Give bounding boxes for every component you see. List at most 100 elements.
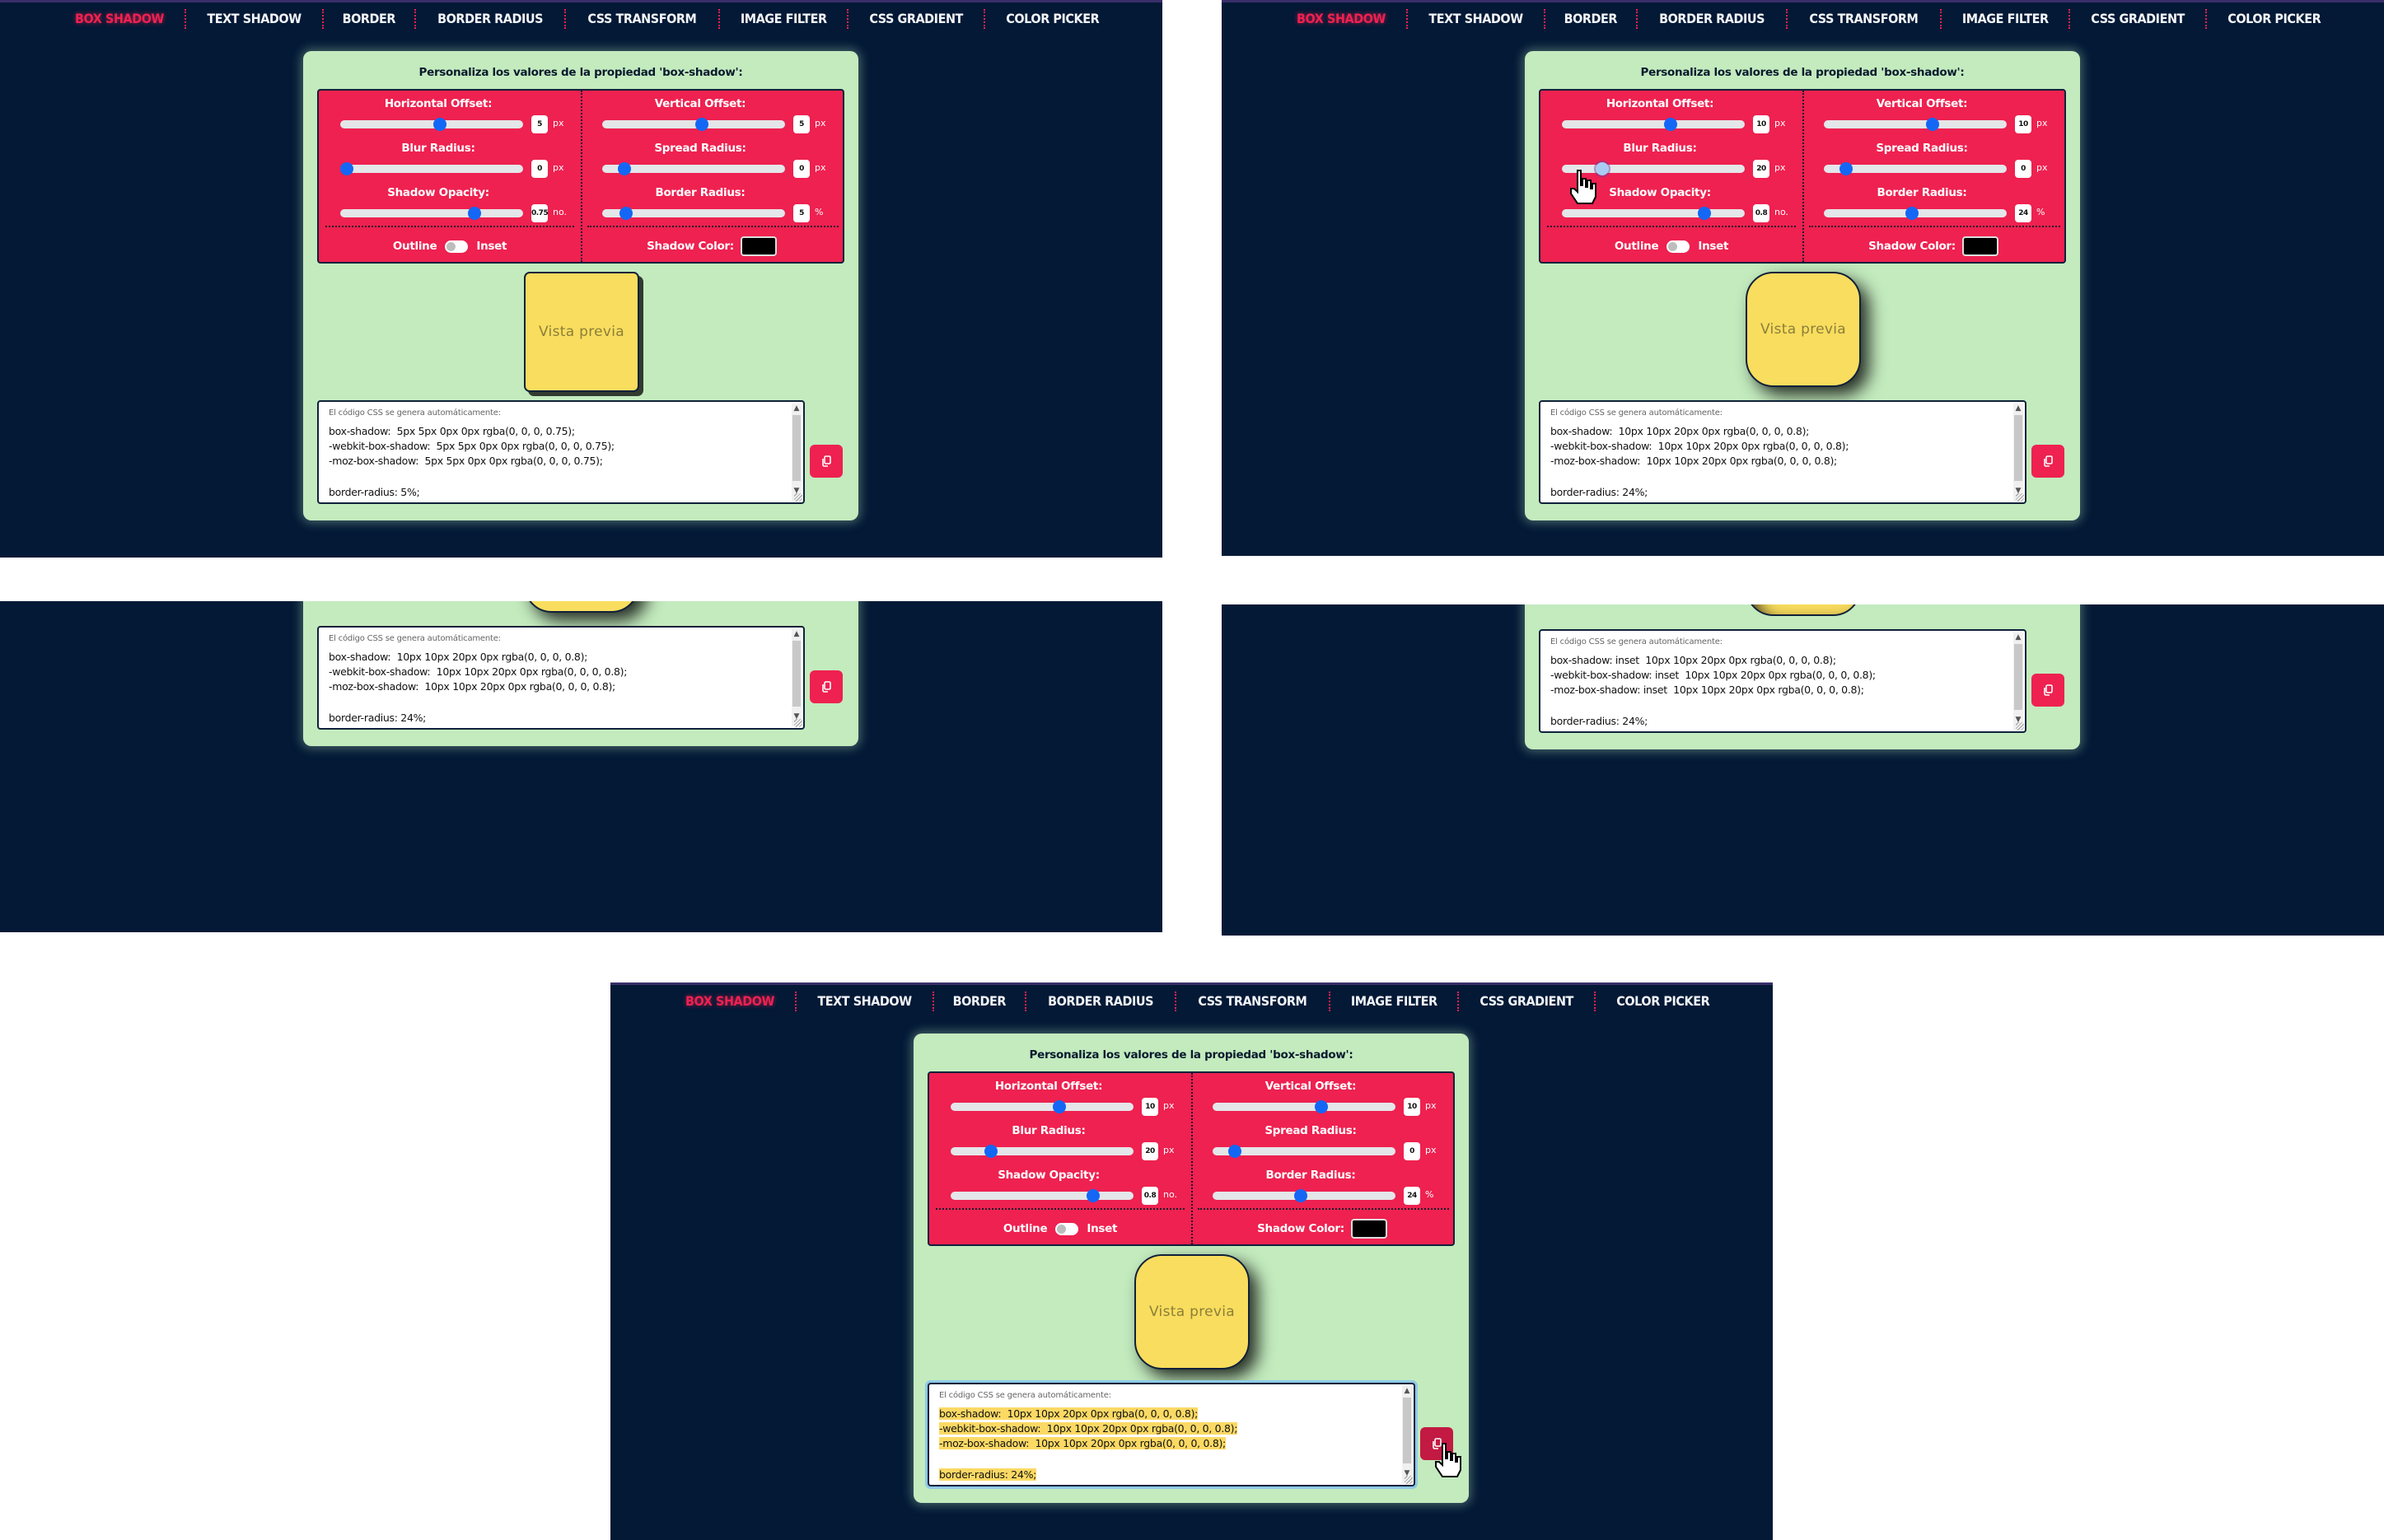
spread-radius-slider[interactable] <box>1213 1145 1395 1158</box>
css-output-textarea[interactable]: El código CSS se genera automáticamente:… <box>317 400 805 504</box>
horizontal-offset-value[interactable]: 10 <box>1753 115 1769 133</box>
nav-item-css-gradient[interactable]: CSS GRADIENT <box>1465 991 1587 1012</box>
copy-css-button[interactable] <box>2031 674 2064 707</box>
nav-item-color-picker[interactable]: COLOR PICKER <box>2214 8 2335 30</box>
slider-thumb[interactable] <box>433 118 447 131</box>
textarea-scrollbar[interactable]: ▲ ▼ <box>2013 632 2023 730</box>
vertical-offset-value[interactable]: 5 <box>793 115 810 133</box>
scrollbar-thumb[interactable] <box>1403 1398 1411 1463</box>
blur-radius-value[interactable]: 0 <box>531 160 548 178</box>
textarea-scrollbar[interactable]: ▲ ▼ <box>792 404 802 501</box>
blur-radius-slider[interactable] <box>951 1145 1134 1158</box>
nav-item-box-shadow[interactable]: BOX SHADOW <box>1283 8 1400 30</box>
slider-thumb[interactable] <box>1227 1145 1241 1158</box>
nav-item-image-filter[interactable]: IMAGE FILTER <box>1336 991 1451 1012</box>
css-output-textarea[interactable]: El código CSS se genera automáticamente:… <box>317 626 805 730</box>
shadow-color-picker[interactable] <box>1350 1219 1387 1239</box>
nav-item-color-picker[interactable]: COLOR PICKER <box>1603 991 1724 1012</box>
nav-item-border[interactable]: BORDER <box>329 8 410 30</box>
horizontal-offset-value[interactable]: 10 <box>1142 1098 1158 1116</box>
border-radius-value[interactable]: 5 <box>793 204 810 222</box>
slider-thumb[interactable] <box>619 207 633 220</box>
slider-thumb[interactable] <box>617 162 631 175</box>
nav-item-border[interactable]: BORDER <box>939 991 1021 1012</box>
textarea-scrollbar[interactable]: ▲ ▼ <box>792 629 802 726</box>
slider-thumb[interactable] <box>1596 162 1610 175</box>
nav-item-border-radius[interactable]: BORDER RADIUS <box>1645 8 1779 30</box>
shadow-opacity-slider[interactable] <box>951 1189 1134 1202</box>
blur-radius-value[interactable]: 20 <box>1142 1142 1158 1160</box>
spread-radius-value[interactable]: 0 <box>793 160 810 178</box>
slider-thumb[interactable] <box>1086 1189 1100 1202</box>
inset-toggle[interactable] <box>1055 1222 1079 1235</box>
nav-item-image-filter[interactable]: IMAGE FILTER <box>1947 8 2062 30</box>
slider-thumb[interactable] <box>1314 1100 1328 1113</box>
slider-thumb[interactable] <box>1925 118 1939 131</box>
resize-handle-icon[interactable] <box>2016 493 2024 502</box>
border-radius-value[interactable]: 24 <box>1404 1187 1420 1205</box>
scrollbar-thumb[interactable] <box>792 641 801 707</box>
nav-item-text-shadow[interactable]: TEXT SHADOW <box>193 8 316 30</box>
shadow-color-picker[interactable] <box>1961 236 1998 256</box>
nav-item-css-transform[interactable]: CSS TRANSFORM <box>1795 8 1932 30</box>
slider-thumb[interactable] <box>1052 1100 1066 1113</box>
nav-item-css-gradient[interactable]: CSS GRADIENT <box>2077 8 2199 30</box>
copy-css-button[interactable] <box>810 445 843 478</box>
nav-item-box-shadow[interactable]: BOX SHADOW <box>671 991 788 1012</box>
vertical-offset-value[interactable]: 10 <box>1404 1098 1420 1116</box>
slider-thumb[interactable] <box>695 118 709 131</box>
nav-item-css-gradient[interactable]: CSS GRADIENT <box>855 8 977 30</box>
slider-thumb[interactable] <box>340 162 353 175</box>
vertical-offset-value[interactable]: 10 <box>2015 115 2031 133</box>
shadow-color-picker[interactable] <box>740 236 777 256</box>
nav-item-text-shadow[interactable]: TEXT SHADOW <box>803 991 926 1012</box>
inset-toggle[interactable] <box>445 240 469 253</box>
blur-radius-value[interactable]: 20 <box>1753 160 1769 178</box>
border-radius-slider[interactable] <box>1213 1189 1395 1202</box>
nav-item-css-transform[interactable]: CSS TRANSFORM <box>573 8 710 30</box>
nav-item-text-shadow[interactable]: TEXT SHADOW <box>1414 8 1537 30</box>
copy-css-button[interactable] <box>1420 1427 1453 1460</box>
scrollbar-thumb[interactable] <box>792 415 801 481</box>
scroll-up-icon[interactable]: ▲ <box>2013 632 2023 642</box>
border-radius-slider[interactable] <box>1824 207 2007 220</box>
resize-handle-icon[interactable] <box>794 493 802 502</box>
scrollbar-thumb[interactable] <box>2014 415 2022 481</box>
shadow-opacity-value[interactable]: 0.8 <box>1753 204 1769 222</box>
blur-radius-slider[interactable] <box>340 162 523 175</box>
nav-item-image-filter[interactable]: IMAGE FILTER <box>726 8 840 30</box>
copy-css-button[interactable] <box>2031 445 2064 478</box>
resize-handle-icon[interactable] <box>794 719 802 727</box>
horizontal-offset-slider[interactable] <box>1562 118 1745 131</box>
resize-handle-icon[interactable] <box>2016 722 2024 730</box>
nav-item-box-shadow[interactable]: BOX SHADOW <box>61 8 178 30</box>
nav-item-css-transform[interactable]: CSS TRANSFORM <box>1184 991 1321 1012</box>
nav-item-border-radius[interactable]: BORDER RADIUS <box>423 8 557 30</box>
shadow-opacity-value[interactable]: 0.8 <box>1142 1187 1158 1205</box>
shadow-opacity-slider[interactable] <box>1562 207 1745 220</box>
slider-thumb[interactable] <box>1293 1189 1307 1202</box>
nav-item-color-picker[interactable]: COLOR PICKER <box>993 8 1114 30</box>
textarea-scrollbar[interactable]: ▲ ▼ <box>2013 404 2023 501</box>
scroll-up-icon[interactable]: ▲ <box>2013 404 2023 413</box>
horizontal-offset-value[interactable]: 5 <box>531 115 548 133</box>
border-radius-value[interactable]: 24 <box>2015 204 2031 222</box>
vertical-offset-slider[interactable] <box>1213 1100 1395 1113</box>
horizontal-offset-slider[interactable] <box>340 118 523 131</box>
blur-radius-slider[interactable] <box>1562 162 1745 175</box>
spread-radius-slider[interactable] <box>1824 162 2007 175</box>
css-output-textarea[interactable]: El código CSS se genera automáticamente:… <box>1539 629 2026 733</box>
slider-thumb[interactable] <box>1663 118 1677 131</box>
copy-css-button[interactable] <box>810 670 843 703</box>
slider-thumb[interactable] <box>1839 162 1853 175</box>
inset-toggle[interactable] <box>1666 240 1690 253</box>
vertical-offset-slider[interactable] <box>602 118 785 131</box>
horizontal-offset-slider[interactable] <box>951 1100 1134 1113</box>
slider-thumb[interactable] <box>984 1145 998 1158</box>
spread-radius-slider[interactable] <box>602 162 785 175</box>
slider-thumb[interactable] <box>467 207 481 220</box>
shadow-opacity-value[interactable]: 0.75 <box>531 204 549 222</box>
slider-thumb[interactable] <box>1905 207 1919 220</box>
css-output-textarea[interactable]: El código CSS se genera automáticamente:… <box>928 1383 1415 1486</box>
css-output-textarea[interactable]: El código CSS se genera automáticamente:… <box>1539 400 2026 504</box>
